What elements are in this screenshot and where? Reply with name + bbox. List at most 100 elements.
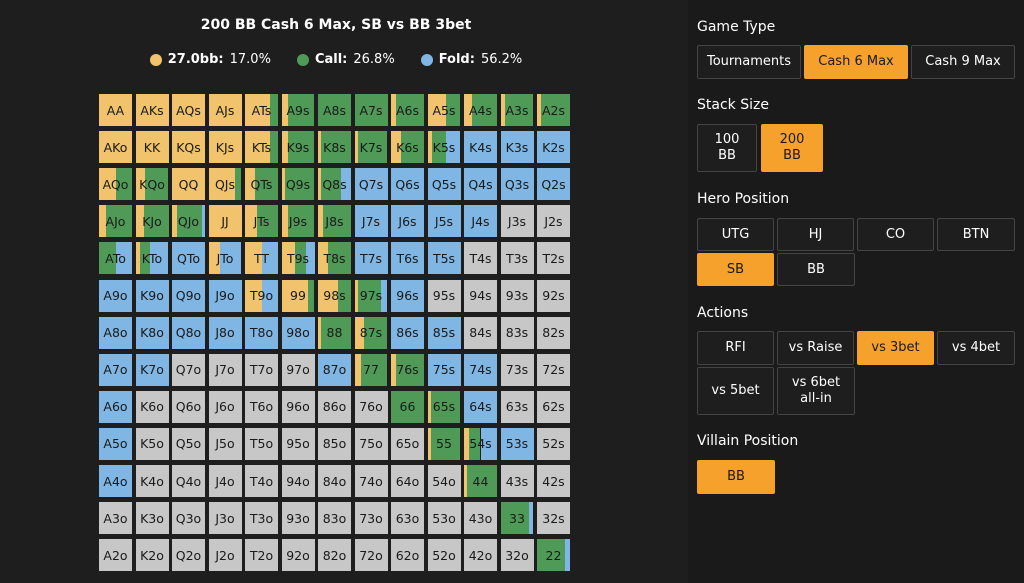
hand-cell-93s[interactable]: 93s <box>500 279 534 312</box>
hand-cell-TT[interactable]: TT <box>245 242 278 275</box>
hand-cell-88[interactable]: 88 <box>318 316 351 349</box>
hand-cell-K6o[interactable]: K6o <box>135 390 169 423</box>
hand-cell-A3o[interactable]: A3o <box>99 502 132 535</box>
hand-cell-K3s[interactable]: K3s <box>500 131 534 164</box>
hand-cell-K5o[interactable]: K5o <box>135 427 169 460</box>
actions-option-vs-6bet-all-in[interactable]: vs 6bet all-in <box>777 367 855 415</box>
hand-cell-64o[interactable]: 64o <box>391 465 424 497</box>
hand-cell-A3s[interactable]: A3s <box>500 94 534 126</box>
hand-cell-A2s[interactable]: A2s <box>537 94 570 126</box>
hand-cell-74s[interactable]: 74s <box>464 353 497 386</box>
hand-cell-A6o[interactable]: A6o <box>99 390 132 423</box>
hand-cell-Q6s[interactable]: Q6s <box>391 168 424 201</box>
hand-cell-98o[interactable]: 98o <box>281 316 315 349</box>
hand-cell-86o[interactable]: 86o <box>318 390 351 423</box>
hand-cell-98s[interactable]: 98s <box>318 279 351 312</box>
hand-cell-65s[interactable]: 65s <box>427 390 461 423</box>
hero-position-option-hj[interactable]: HJ <box>777 218 854 251</box>
hand-cell-87s[interactable]: 87s <box>354 316 388 349</box>
hand-cell-76o[interactable]: 76o <box>354 390 388 423</box>
hand-cell-T4s[interactable]: T4s <box>464 242 497 275</box>
actions-option-rfi[interactable]: RFI <box>697 331 774 365</box>
hand-cell-97o[interactable]: 97o <box>281 353 315 386</box>
hand-cell-94s[interactable]: 94s <box>464 279 497 312</box>
hand-cell-75o[interactable]: 75o <box>354 427 388 460</box>
game-type-option-tournaments[interactable]: Tournaments <box>697 45 801 79</box>
hand-cell-94o[interactable]: 94o <box>281 465 315 497</box>
hand-cell-Q9o[interactable]: Q9o <box>172 279 205 312</box>
hand-cell-A9s[interactable]: A9s <box>281 94 315 126</box>
hand-cell-72o[interactable]: 72o <box>354 539 388 572</box>
villain-position-option-bb[interactable]: BB <box>697 460 775 494</box>
hand-cell-55[interactable]: 55 <box>427 427 461 460</box>
hand-cell-J3o[interactable]: J3o <box>208 502 242 535</box>
hand-cell-AQs[interactable]: AQs <box>172 94 205 126</box>
hand-cell-J7s[interactable]: J7s <box>354 205 388 238</box>
hand-cell-74o[interactable]: 74o <box>354 465 388 497</box>
hand-cell-AKo[interactable]: AKo <box>99 131 132 164</box>
hand-cell-43s[interactable]: 43s <box>500 465 534 497</box>
hand-cell-53s[interactable]: 53s <box>500 427 534 460</box>
hand-cell-J8s[interactable]: J8s <box>318 205 351 238</box>
hand-cell-T3o[interactable]: T3o <box>245 502 278 535</box>
hand-cell-KJs[interactable]: KJs <box>208 131 242 164</box>
hand-cell-42s[interactable]: 42s <box>537 465 570 497</box>
hand-cell-Q2s[interactable]: Q2s <box>537 168 570 201</box>
hand-cell-J7o[interactable]: J7o <box>208 353 242 386</box>
hand-cell-A7s[interactable]: A7s <box>354 94 388 126</box>
hand-cell-Q9s[interactable]: Q9s <box>281 168 315 201</box>
hand-cell-ATo[interactable]: ATo <box>99 242 132 275</box>
hand-cell-77[interactable]: 77 <box>354 353 388 386</box>
hand-cell-96o[interactable]: 96o <box>281 390 315 423</box>
hand-cell-72s[interactable]: 72s <box>537 353 570 386</box>
hand-cell-92s[interactable]: 92s <box>537 279 570 312</box>
hand-cell-AQo[interactable]: AQo <box>99 168 132 201</box>
hand-cell-J6s[interactable]: J6s <box>391 205 424 238</box>
hand-cell-87o[interactable]: 87o <box>318 353 351 386</box>
hero-position-option-bb[interactable]: BB <box>777 253 855 286</box>
hand-cell-JTs[interactable]: JTs <box>245 205 278 238</box>
hand-cell-QTo[interactable]: QTo <box>172 242 205 275</box>
hand-cell-75s[interactable]: 75s <box>427 353 461 386</box>
hand-cell-A4o[interactable]: A4o <box>99 465 132 497</box>
hand-cell-AA[interactable]: AA <box>99 94 132 126</box>
hand-cell-62o[interactable]: 62o <box>391 539 424 572</box>
hand-cell-K7s[interactable]: K7s <box>354 131 388 164</box>
hand-cell-A5o[interactable]: A5o <box>99 427 132 460</box>
hand-cell-54s[interactable]: 54s <box>464 427 497 460</box>
hand-cell-T5o[interactable]: T5o <box>245 427 278 460</box>
hand-cell-Q3o[interactable]: Q3o <box>172 502 205 535</box>
hand-cell-QTs[interactable]: QTs <box>245 168 278 201</box>
hand-cell-J8o[interactable]: J8o <box>208 316 242 349</box>
hand-cell-86s[interactable]: 86s <box>391 316 424 349</box>
hand-cell-95o[interactable]: 95o <box>281 427 315 460</box>
hand-cell-K5s[interactable]: K5s <box>427 131 461 164</box>
hero-position-option-utg[interactable]: UTG <box>697 218 774 251</box>
hand-cell-63s[interactable]: 63s <box>500 390 534 423</box>
hand-cell-Q4o[interactable]: Q4o <box>172 465 205 497</box>
hand-cell-AKs[interactable]: AKs <box>135 94 169 126</box>
hand-cell-K4o[interactable]: K4o <box>135 465 169 497</box>
hand-cell-K8s[interactable]: K8s <box>318 131 351 164</box>
hand-cell-K7o[interactable]: K7o <box>135 353 169 386</box>
hand-cell-T5s[interactable]: T5s <box>427 242 461 275</box>
hand-cell-KJo[interactable]: KJo <box>135 205 169 238</box>
hand-cell-T4o[interactable]: T4o <box>245 465 278 497</box>
hand-cell-J4o[interactable]: J4o <box>208 465 242 497</box>
hand-cell-A8s[interactable]: A8s <box>318 94 351 126</box>
hand-cell-K4s[interactable]: K4s <box>464 131 497 164</box>
hand-cell-73s[interactable]: 73s <box>500 353 534 386</box>
hand-cell-Q5s[interactable]: Q5s <box>427 168 461 201</box>
hand-cell-A9o[interactable]: A9o <box>99 279 132 312</box>
hand-cell-Q7o[interactable]: Q7o <box>172 353 205 386</box>
hand-cell-95s[interactable]: 95s <box>427 279 461 312</box>
hand-cell-T9s[interactable]: T9s <box>281 242 315 275</box>
hand-cell-A5s[interactable]: A5s <box>427 94 461 126</box>
hand-cell-Q6o[interactable]: Q6o <box>172 390 205 423</box>
hand-cell-KTo[interactable]: KTo <box>135 242 169 275</box>
hand-cell-84o[interactable]: 84o <box>318 465 351 497</box>
hand-cell-T2o[interactable]: T2o <box>245 539 278 572</box>
hand-cell-QQ[interactable]: QQ <box>172 168 205 201</box>
hand-cell-32o[interactable]: 32o <box>500 539 534 572</box>
hand-cell-63o[interactable]: 63o <box>391 502 424 535</box>
